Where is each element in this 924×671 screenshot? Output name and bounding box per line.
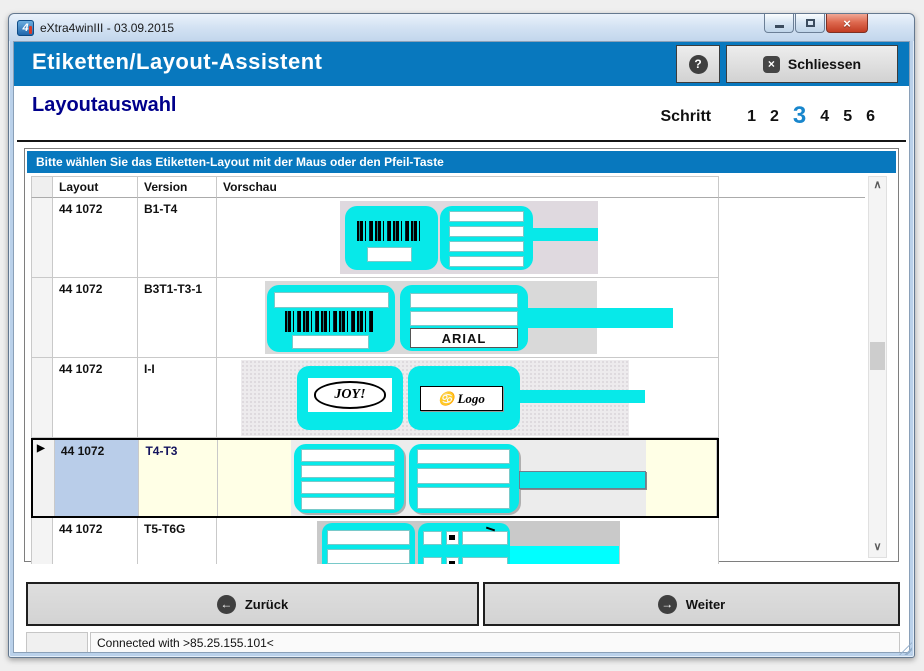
table-header: Layout Version Vorschau [31,176,719,198]
vertical-scrollbar[interactable]: ∧ ∨ [868,176,887,558]
row-version: B1-T4 [138,198,217,278]
wizard-title: Etiketten/Layout-Assistent [32,49,323,75]
col-layout: Layout [53,177,138,198]
app-window: 4 eXtra4winIII - 03.09.2015 × Etiketten/… [8,13,915,658]
row-layout: 44 1072 [53,358,138,438]
row-selector-active: ▶ [33,440,55,516]
client-area: Etiketten/Layout-Assistent ? × Schliesse… [13,41,910,653]
maximize-button[interactable] [795,14,825,33]
scrollbar-thumb[interactable] [870,342,885,370]
preview-t5-t6g [217,518,718,564]
window-controls: × [763,14,868,33]
maximize-icon [806,19,815,27]
row-preview [217,198,719,278]
row-version: B3T1-T3-1 [138,278,217,358]
back-arrow-icon: ← [217,595,236,614]
minimize-icon [775,25,784,28]
steps-label: Schritt [660,108,711,126]
row-version: I-I [138,358,217,438]
joy-text: JOY! [314,381,386,408]
row-layout: 44 1072 [53,278,138,358]
step-2: 2 [770,108,779,126]
step-1: 1 [747,108,756,126]
close-icon: × [763,56,780,73]
layout-grid-panel: Bitte wählen Sie das Etiketten-Layout mi… [24,148,899,562]
row-selector [31,518,53,564]
window-title: eXtra4winIII - 03.09.2015 [40,21,174,35]
app-logo-icon: 4 [17,20,34,36]
schliessen-button[interactable]: × Schliessen [726,45,898,83]
page-title: Layoutauswahl [32,94,176,117]
next-arrow-icon: → [658,595,677,614]
schliessen-label: Schliessen [788,56,861,72]
row-layout: 44 1072 [53,518,138,564]
preview-i-i: JOY! ♋ Logo [217,358,718,437]
zurueck-label: Zurück [245,597,288,612]
row-preview: JOY! ♋ Logo [217,358,719,438]
col-selector [31,177,53,198]
statusbar: Connected with >85.25.155.101< [14,632,909,653]
step-6: 6 [866,108,875,126]
status-panel-empty [26,632,88,653]
connection-status: Connected with >85.25.155.101< [90,632,900,653]
selected-row-marker-icon: ▶ [37,444,52,454]
zurueck-button[interactable]: ← Zurück [26,582,479,626]
table-row-t4-t3-selected[interactable]: ▶ 44 1072 T4-T3 [31,438,719,518]
header-extension [719,176,865,198]
desktop: 4 eXtra4winIII - 03.09.2015 × Etiketten/… [0,0,924,671]
weiter-button[interactable]: → Weiter [483,582,900,626]
step-5: 5 [843,108,852,126]
table-row-b3t1-t3-1[interactable]: 44 1072 B3T1-T3-1 [31,278,719,358]
preview-t4-t3 [218,440,716,516]
col-vorschau: Vorschau [217,177,719,198]
row-selector [31,358,53,438]
logo-text: ♋ Logo [420,386,503,411]
table-row-t5-t6g[interactable]: 44 1072 T5-T6G [31,518,719,564]
table-row-i-i[interactable]: 44 1072 I-I JOY! [31,358,719,438]
help-icon: ? [689,55,708,74]
table-row-b1-t4[interactable]: 44 1072 B1-T4 [31,198,719,278]
close-window-button[interactable]: × [826,14,868,33]
titlebar: 4 eXtra4winIII - 03.09.2015 × [9,14,914,41]
subheader: Layoutauswahl Schritt 1 2 3 4 5 6 [14,86,909,148]
preview-b3t1-t3-1: ARIAL [217,278,718,357]
layout-table: Layout Version Vorschau 44 1072 B1-T4 [31,176,719,564]
step-indicator: Schritt 1 2 3 4 5 6 [660,100,875,128]
step-4: 4 [820,108,829,126]
scroll-up-icon[interactable]: ∧ [869,178,886,194]
scroll-down-icon[interactable]: ∨ [869,540,886,556]
help-button[interactable]: ? [676,45,720,83]
row-preview [218,440,717,516]
arial-text: ARIAL [410,328,518,348]
row-selector [31,198,53,278]
preview-b1-t4 [217,198,718,277]
row-preview: ARIAL [217,278,719,358]
row-selector [31,278,53,358]
divider [17,140,906,142]
wizard-header: Etiketten/Layout-Assistent ? × Schliesse… [14,42,909,86]
row-layout: 44 1072 [53,198,138,278]
step-3-active: 3 [793,102,806,130]
grid-area: Layout Version Vorschau 44 1072 B1-T4 [28,176,895,558]
minimize-button[interactable] [764,14,794,33]
col-version: Version [138,177,217,198]
row-preview [217,518,719,564]
row-version: T4-T3 [139,440,218,516]
instruction-bar: Bitte wählen Sie das Etiketten-Layout mi… [27,151,896,173]
row-version: T5-T6G [138,518,217,564]
weiter-label: Weiter [686,597,726,612]
row-layout: 44 1072 [55,440,140,516]
